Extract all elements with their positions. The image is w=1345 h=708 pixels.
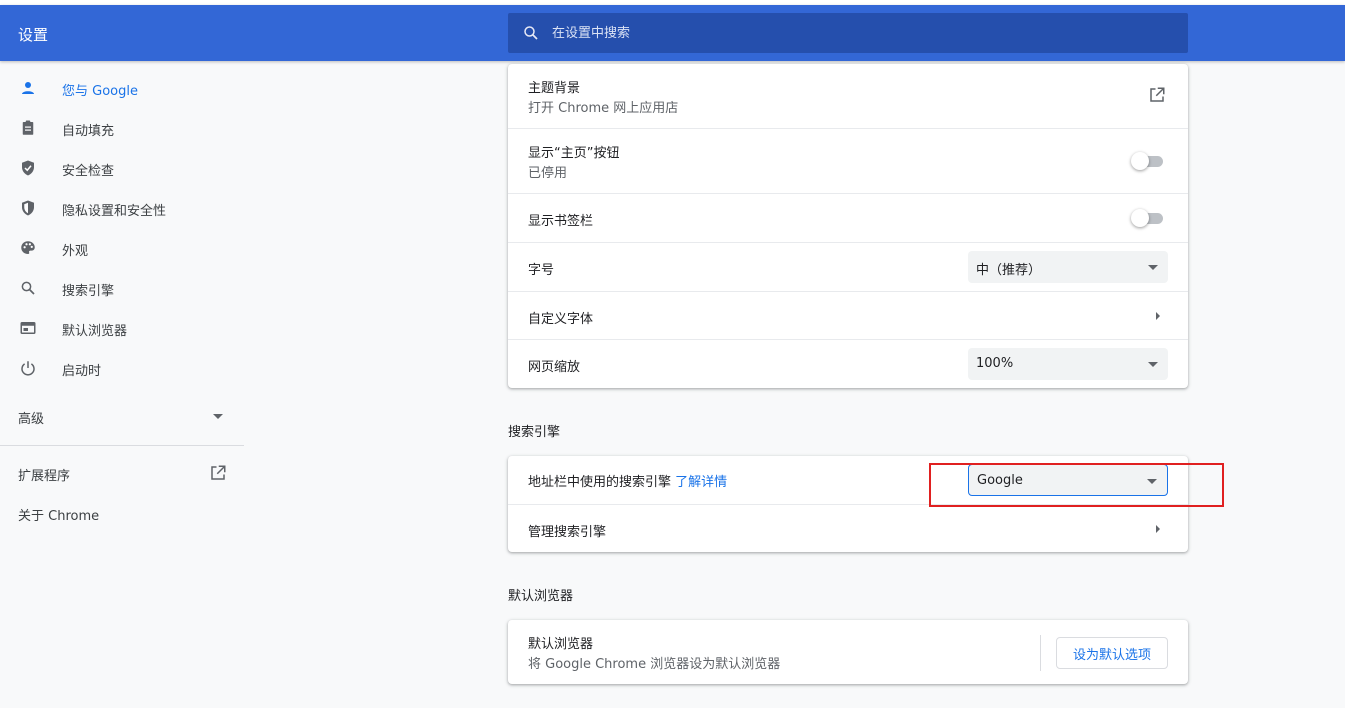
home-button-subtitle: 已停用 <box>528 166 568 181</box>
manage-search-engines-row[interactable]: 管理搜索引擎 <box>508 504 1188 552</box>
address-bar-engine-text: 地址栏中使用的搜索引擎 <box>528 475 672 490</box>
browser-icon <box>20 322 36 334</box>
sidebar-item-on-startup[interactable]: 启动时 <box>0 348 244 388</box>
default-browser-card: 默认浏览器 将 Google Chrome 浏览器设为默认浏览器 设为默认选项 <box>508 620 1188 684</box>
home-button-row: 显示“主页”按钮 已停用 <box>508 128 1188 193</box>
header-bar: 设置 <box>0 5 1345 61</box>
sidebar-item-default-browser[interactable]: 默认浏览器 <box>0 308 244 348</box>
home-button-title: 显示“主页”按钮 <box>528 146 620 161</box>
shield-check-icon <box>22 160 34 176</box>
palette-icon <box>21 241 35 254</box>
shield-icon <box>22 200 34 216</box>
advanced-label: 高级 <box>18 412 45 427</box>
chevron-down-icon <box>213 414 223 419</box>
theme-title: 主题背景 <box>528 81 581 96</box>
default-browser-row: 默认浏览器 将 Google Chrome 浏览器设为默认浏览器 设为默认选项 <box>508 620 1188 684</box>
open-in-new-icon <box>211 465 226 480</box>
sidebar-item-label: 启动时 <box>62 364 102 379</box>
theme-row[interactable]: 主题背景 打开 Chrome 网上应用店 <box>508 64 1188 128</box>
home-button-toggle[interactable] <box>1131 152 1165 170</box>
vertical-separator <box>1040 635 1041 671</box>
toggle-knob <box>1131 209 1149 227</box>
sidebar-item-label: 隐私设置和安全性 <box>62 204 167 219</box>
default-browser-section-title: 默认浏览器 <box>508 589 574 604</box>
power-icon <box>21 361 35 376</box>
font-size-row: 字号 中（推荐） <box>508 242 1188 291</box>
sidebar-item-label: 您与 Google <box>62 84 138 99</box>
about-label: 关于 Chrome <box>18 509 100 524</box>
make-default-button[interactable]: 设为默认选项 <box>1056 637 1168 669</box>
open-in-new-icon[interactable] <box>1148 86 1166 104</box>
font-size-select[interactable]: 中（推荐） <box>968 251 1168 283</box>
sidebar-item-label: 自动填充 <box>62 124 115 139</box>
page-title: 设置 <box>18 26 49 44</box>
page-zoom-row: 网页缩放 100% <box>508 339 1188 388</box>
bookmarks-bar-toggle[interactable] <box>1131 209 1165 227</box>
sidebar-item-safety-check[interactable]: 安全检查 <box>0 148 244 188</box>
learn-more-link[interactable]: 了解详情 <box>675 475 727 490</box>
sidebar-item-search-engine[interactable]: 搜索引擎 <box>0 268 244 308</box>
default-browser-title: 默认浏览器 <box>528 637 594 652</box>
theme-subtitle: 打开 Chrome 网上应用店 <box>528 101 679 116</box>
sidebar-item-label: 安全检查 <box>62 164 115 179</box>
sidebar-item-label: 外观 <box>62 244 89 259</box>
custom-fonts-row[interactable]: 自定义字体 <box>508 291 1188 339</box>
chevron-right-icon <box>1156 525 1160 533</box>
custom-fonts-title: 自定义字体 <box>528 312 594 327</box>
sidebar-advanced-toggle[interactable]: 高级 <box>0 396 244 436</box>
sidebar-item-you-and-google[interactable]: 您与 Google <box>0 68 244 108</box>
bookmarks-bar-title: 显示书签栏 <box>528 214 594 229</box>
sidebar-item-label: 默认浏览器 <box>62 324 128 339</box>
font-size-value: 中（推荐） <box>976 263 1042 278</box>
address-bar-engine-label: 地址栏中使用的搜索引擎 了解详情 <box>528 471 727 490</box>
annotation-highlight-box <box>929 463 1224 507</box>
page-zoom-select[interactable]: 100% <box>968 348 1168 380</box>
manage-search-engines-label: 管理搜索引擎 <box>528 525 607 540</box>
search-engine-section-title: 搜索引擎 <box>508 425 561 440</box>
search-input[interactable] <box>552 13 1172 53</box>
sidebar-link-about-chrome[interactable]: 关于 Chrome <box>0 495 244 531</box>
clipboard-icon <box>22 120 34 135</box>
sidebar-item-privacy[interactable]: 隐私设置和安全性 <box>0 188 244 228</box>
sidebar-link-extensions[interactable]: 扩展程序 <box>0 455 244 491</box>
page-zoom-title: 网页缩放 <box>528 360 581 375</box>
toggle-knob <box>1131 152 1149 170</box>
chevron-down-icon <box>1148 265 1158 270</box>
font-size-title: 字号 <box>528 263 555 278</box>
bookmarks-bar-row: 显示书签栏 <box>508 193 1188 242</box>
search-icon <box>524 26 538 40</box>
sidebar-item-appearance[interactable]: 外观 <box>0 228 244 268</box>
default-browser-subtitle: 将 Google Chrome 浏览器设为默认浏览器 <box>528 657 781 672</box>
search-icon <box>21 281 35 295</box>
sidebar-item-autofill[interactable]: 自动填充 <box>0 108 244 148</box>
search-box[interactable] <box>508 13 1188 53</box>
appearance-card: 主题背景 打开 Chrome 网上应用店 显示“主页”按钮 已停用 显示书签栏 … <box>508 64 1188 388</box>
page-zoom-value: 100% <box>976 356 1014 371</box>
chevron-right-icon <box>1156 312 1160 320</box>
extensions-label: 扩展程序 <box>18 469 71 484</box>
chevron-down-icon <box>1148 362 1158 367</box>
sidebar-divider <box>0 445 244 446</box>
sidebar-item-label: 搜索引擎 <box>62 284 115 299</box>
person-icon <box>22 82 34 94</box>
